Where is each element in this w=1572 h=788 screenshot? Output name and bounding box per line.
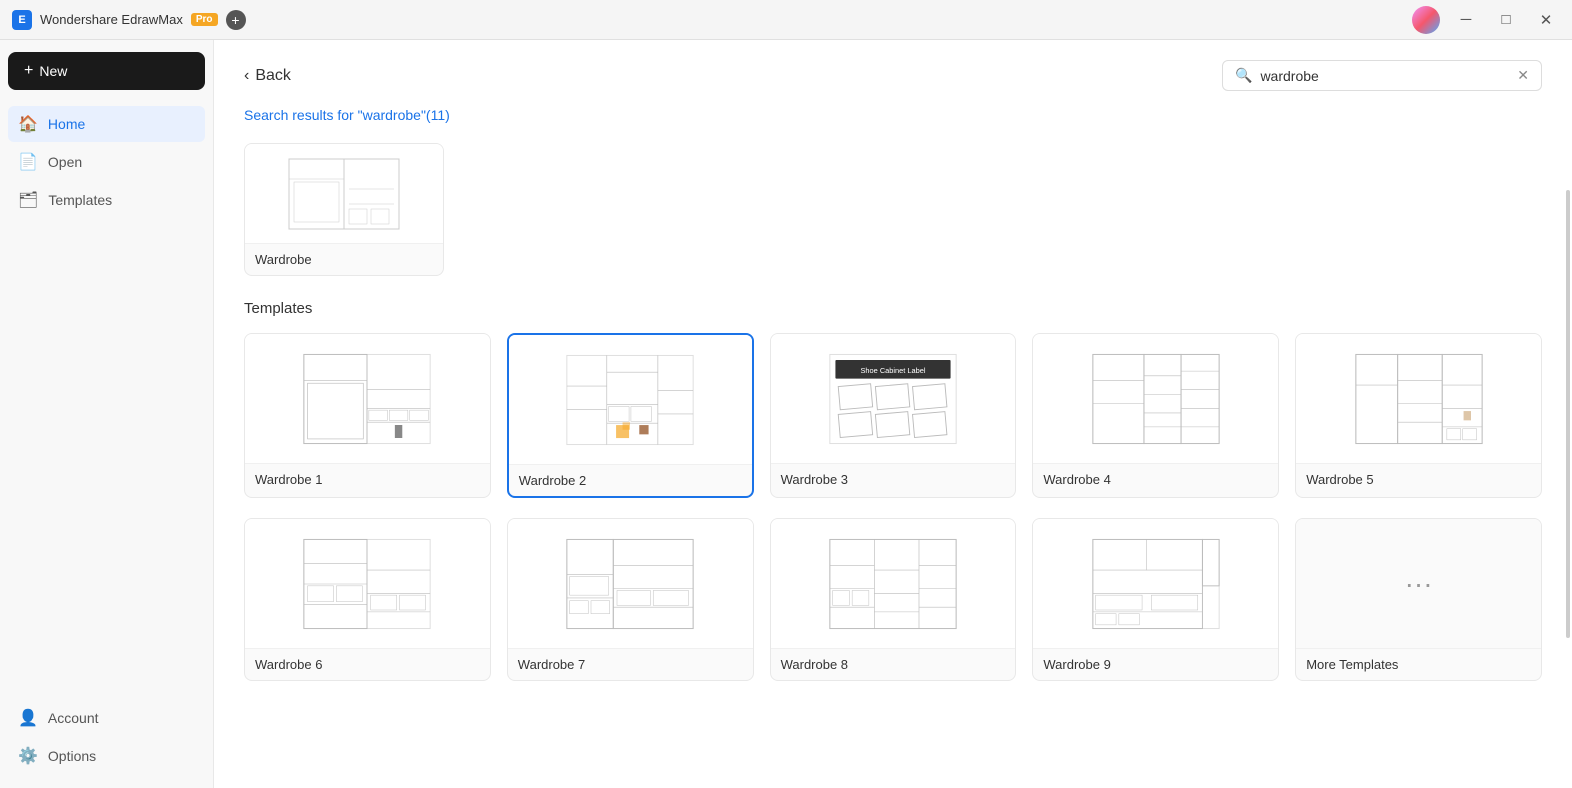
new-tab-button[interactable]: + (226, 10, 246, 30)
template-preview-2 (509, 335, 752, 465)
template-preview-7 (508, 519, 753, 649)
template-card-9[interactable]: Wardrobe 9 (1032, 518, 1279, 681)
template-preview-1 (245, 334, 490, 464)
user-avatar[interactable] (1412, 6, 1440, 34)
search-icon: 🔍 (1235, 67, 1252, 84)
template-preview-8 (771, 519, 1016, 649)
options-icon: ⚙️ (18, 746, 38, 766)
home-icon: 🏠 (18, 114, 38, 134)
template-label-3: Wardrobe 3 (771, 464, 1016, 495)
search-clear-icon[interactable]: ✕ (1517, 67, 1529, 84)
template-card-5[interactable]: Wardrobe 5 (1295, 333, 1542, 498)
templates-grid-row1: Wardrobe 1 (244, 333, 1542, 498)
svg-text:Shoe Cabinet Label: Shoe Cabinet Label (860, 366, 925, 375)
template-card-1[interactable]: Wardrobe 1 (244, 333, 491, 498)
template-preview-4 (1033, 334, 1278, 464)
wardrobe-thumbnail-8 (771, 519, 1016, 648)
template-preview-3: Shoe Cabinet Label (771, 334, 1016, 464)
top-result-label: Wardrobe (245, 244, 443, 275)
template-label-1: Wardrobe 1 (245, 464, 490, 495)
search-keyword: "wardrobe" (358, 107, 426, 123)
sidebar-item-open[interactable]: 📄 Open (8, 144, 205, 180)
sidebar-item-options[interactable]: ⚙️ Options (8, 738, 205, 774)
app-logo: E (12, 10, 32, 30)
template-label-more: More Templates (1296, 649, 1541, 680)
template-card-8[interactable]: Wardrobe 8 (770, 518, 1017, 681)
main-content: ‹ Back 🔍 ✕ Search results for "wardrobe"… (214, 40, 1572, 788)
scrollbar-track[interactable] (1564, 40, 1570, 788)
sidebar-item-account[interactable]: 👤 Account (8, 700, 205, 736)
app-name: Wondershare EdrawMax (40, 12, 183, 27)
maximize-button[interactable]: □ (1492, 6, 1520, 34)
pro-badge: Pro (191, 13, 218, 26)
back-arrow-icon: ‹ (244, 67, 249, 85)
template-label-5: Wardrobe 5 (1296, 464, 1541, 495)
account-icon: 👤 (18, 708, 38, 728)
sidebar-item-open-label: Open (48, 154, 82, 170)
new-button-label: New (39, 63, 67, 79)
template-label-7: Wardrobe 7 (508, 649, 753, 680)
wardrobe-thumbnail-2 (509, 335, 752, 464)
templates-section-label: Templates (244, 300, 1542, 317)
app-container: + New 🏠 Home 📄 Open 🗂 Templates 👤 Accoun… (0, 40, 1572, 788)
sidebar-item-options-label: Options (48, 748, 96, 764)
content-header: ‹ Back 🔍 ✕ (244, 60, 1542, 91)
new-button[interactable]: + New (8, 52, 205, 90)
top-result-card[interactable]: Wardrobe (244, 143, 444, 276)
back-button[interactable]: ‹ Back (244, 67, 291, 85)
close-button[interactable]: ✕ (1532, 6, 1560, 34)
template-label-4: Wardrobe 4 (1033, 464, 1278, 495)
sidebar-bottom: 👤 Account ⚙️ Options (8, 700, 205, 776)
sidebar-item-templates[interactable]: 🗂 Templates (8, 182, 205, 218)
open-icon: 📄 (18, 152, 38, 172)
more-templates-ellipsis: ··· (1405, 568, 1433, 600)
scrollbar-thumb[interactable] (1566, 190, 1570, 639)
titlebar: E Wondershare EdrawMax Pro + ─ □ ✕ (0, 0, 1572, 40)
top-toolbar: ─ □ ✕ (1412, 6, 1560, 34)
wardrobe-thumbnail-top (245, 144, 443, 243)
top-result-preview (245, 144, 443, 244)
search-count: (11) (426, 107, 450, 123)
sidebar-item-home-label: Home (48, 116, 85, 132)
template-label-8: Wardrobe 8 (771, 649, 1016, 680)
template-card-3[interactable]: Shoe Cabinet Label Wardrobe (770, 333, 1017, 498)
search-results-prefix: Search results for (244, 107, 358, 123)
wardrobe-thumbnail-1 (245, 334, 490, 463)
template-card-more[interactable]: ··· More Templates (1295, 518, 1542, 681)
template-preview-5 (1296, 334, 1541, 464)
template-card-7[interactable]: Wardrobe 7 (507, 518, 754, 681)
sidebar: + New 🏠 Home 📄 Open 🗂 Templates 👤 Accoun… (0, 40, 214, 788)
template-preview-6 (245, 519, 490, 649)
template-label-6: Wardrobe 6 (245, 649, 490, 680)
templates-grid-row2: Wardrobe 6 (244, 518, 1542, 681)
template-label-2: Wardrobe 2 (509, 465, 752, 496)
titlebar-left: E Wondershare EdrawMax Pro + (12, 10, 246, 30)
templates-icon: 🗂 (18, 190, 38, 210)
template-preview-more: ··· (1296, 519, 1541, 649)
wardrobe-thumbnail-5 (1296, 334, 1541, 463)
wardrobe-thumbnail-4 (1033, 334, 1278, 463)
search-results-text: Search results for "wardrobe"(11) (244, 107, 1542, 123)
wardrobe-thumbnail-7 (508, 519, 753, 648)
wardrobe-thumbnail-6 (245, 519, 490, 648)
template-label-9: Wardrobe 9 (1033, 649, 1278, 680)
template-card-4[interactable]: Wardrobe 4 (1032, 333, 1279, 498)
sidebar-item-templates-label: Templates (48, 192, 112, 208)
template-preview-9 (1033, 519, 1278, 649)
template-card-6[interactable]: Wardrobe 6 (244, 518, 491, 681)
search-box: 🔍 ✕ (1222, 60, 1542, 91)
sidebar-item-home[interactable]: 🏠 Home (8, 106, 205, 142)
wardrobe-thumbnail-9 (1033, 519, 1278, 648)
sidebar-item-account-label: Account (48, 710, 99, 726)
plus-icon: + (24, 62, 33, 80)
sidebar-nav: 🏠 Home 📄 Open 🗂 Templates (8, 106, 205, 700)
back-label: Back (255, 67, 291, 85)
minimize-button[interactable]: ─ (1452, 6, 1480, 34)
template-card-2[interactable]: Wardrobe 2 (507, 333, 754, 498)
search-input[interactable] (1260, 68, 1509, 84)
wardrobe-thumbnail-3: Shoe Cabinet Label (771, 334, 1016, 463)
